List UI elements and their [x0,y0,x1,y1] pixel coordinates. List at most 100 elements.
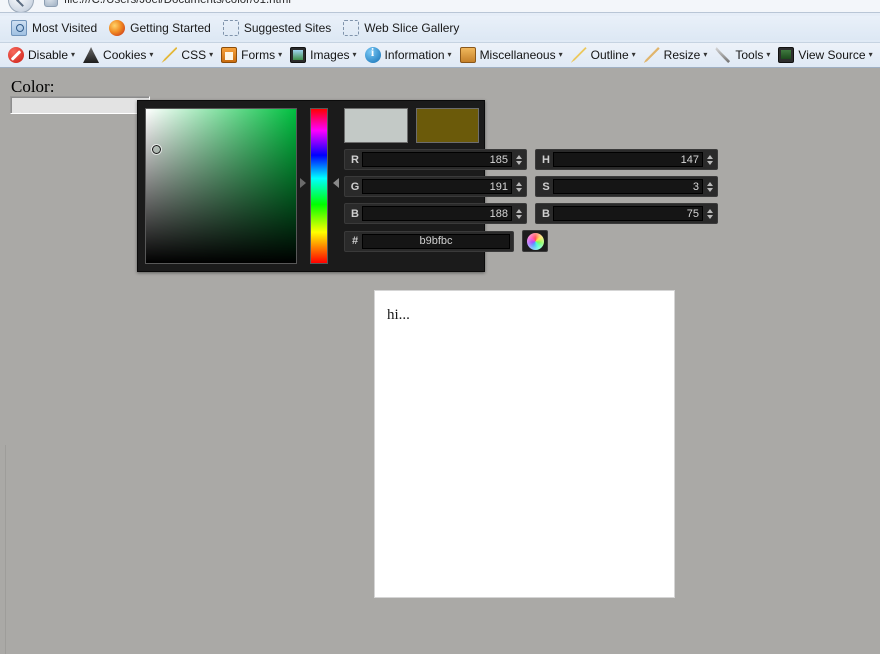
page-content: Color: R H [0,68,880,654]
back-button[interactable] [8,0,34,13]
color-picker-dialog[interactable]: R H G S [137,100,485,272]
brightness-input[interactable] [553,206,703,221]
bookmark-label: Suggested Sites [244,21,331,35]
chevron-down-icon: ▾ [353,51,357,59]
hue-marker-left-icon[interactable] [300,178,306,188]
webdev-menu-label: Tools [735,48,763,62]
url-bar[interactable]: file:///C:/Users/Joel/Documents/color/01… [0,0,880,13]
webdev-menu-label: Images [310,48,349,62]
chevron-down-icon: ▾ [869,51,873,59]
green-stepper[interactable] [514,182,523,192]
previous-color-swatch[interactable] [416,108,480,143]
webdev-menu-disable[interactable]: Disable ▾ [4,45,79,66]
cookies-icon [83,47,99,63]
color-input[interactable] [10,96,150,114]
hue-stepper[interactable] [705,155,714,165]
webdev-menu-tools[interactable]: Tools ▾ [711,45,774,66]
red-label: R [348,154,362,166]
color-picker-controls: R H G S [344,108,479,264]
webdev-menu-label: Outline [591,48,629,62]
red-stepper[interactable] [514,155,523,165]
blue-field[interactable]: B [344,203,527,224]
webdev-menu-outline[interactable]: Outline ▾ [567,45,640,66]
chevron-down-icon: ▾ [149,51,153,59]
webdev-menu-resize[interactable]: Resize ▾ [640,45,712,66]
webdev-menu-label: Information [385,48,445,62]
bookmark-most-visited[interactable]: Most Visited [5,18,103,38]
information-icon [365,47,381,63]
red-input[interactable] [362,152,512,167]
webdev-menu-cookies[interactable]: Cookies ▾ [79,45,157,66]
hue-slider-wrapper[interactable] [310,108,328,264]
saturation-field[interactable]: S [535,176,718,197]
hue-input[interactable] [553,152,703,167]
webdev-menu-label: View Source [798,48,865,62]
outline-icon [571,47,587,63]
blue-stepper[interactable] [514,209,523,219]
placeholder-icon [223,20,239,36]
webdev-menu-label: Miscellaneous [480,48,556,62]
webdev-menu-options[interactable]: Optio [877,45,880,66]
bookmark-label: Getting Started [130,21,211,35]
miscellaneous-icon [460,47,476,63]
webdev-menu-miscellaneous[interactable]: Miscellaneous ▾ [456,45,567,66]
chevron-down-icon: ▾ [448,51,452,59]
webdev-menu-information[interactable]: Information ▾ [361,45,456,66]
current-color-swatch[interactable] [344,108,408,143]
bookmark-label: Web Slice Gallery [364,21,459,35]
images-icon [290,47,306,63]
hue-slider[interactable] [310,108,328,264]
brightness-stepper[interactable] [705,209,714,219]
green-field[interactable]: G [344,176,527,197]
webdev-menu-label: Disable [28,48,68,62]
bookmark-suggested-sites[interactable]: Suggested Sites [217,18,337,38]
saturation-value-cursor[interactable] [152,145,161,154]
bookmark-web-slice-gallery[interactable]: Web Slice Gallery [337,18,465,38]
webdev-menu-label: Forms [241,48,275,62]
content-box: hi... [374,290,675,598]
webdev-menu-images[interactable]: Images ▾ [286,45,360,66]
web-developer-toolbar: Disable ▾ Cookies ▾ CSS ▾ Forms ▾ Images… [0,42,880,67]
color-field-label: Color: [11,77,54,97]
chevron-down-icon: ▾ [632,51,636,59]
saturation-label: S [539,181,553,193]
view-source-icon [778,47,794,63]
brightness-field[interactable]: B [535,203,718,224]
brightness-label: B [539,208,553,220]
webdev-menu-css[interactable]: CSS ▾ [157,45,217,66]
red-field[interactable]: R [344,149,527,170]
bookmark-getting-started[interactable]: Getting Started [103,18,217,38]
hex-input[interactable] [362,234,510,249]
hex-field[interactable]: # [344,231,514,252]
hue-field[interactable]: H [535,149,718,170]
webdev-menu-forms[interactable]: Forms ▾ [217,45,286,66]
browser-chrome: file:///C:/Users/Joel/Documents/color/01… [0,0,880,68]
hue-marker-right-icon[interactable] [333,178,339,188]
chevron-down-icon: ▾ [209,51,213,59]
forms-icon [221,47,237,63]
chevron-down-icon: ▾ [559,51,563,59]
field-row-b-b: B B [344,203,479,224]
saturation-input[interactable] [553,179,703,194]
tools-icon [715,47,731,63]
disable-icon [8,47,24,63]
hue-label: H [539,154,553,166]
blue-input[interactable] [362,206,512,221]
saturation-stepper[interactable] [705,182,714,192]
most-visited-icon [11,20,27,36]
webdev-menu-view-source[interactable]: View Source ▾ [774,45,876,66]
saturation-value-gradient[interactable] [145,108,297,264]
color-wheel-button[interactable] [522,230,548,252]
webdev-menu-label: Cookies [103,48,146,62]
chevron-down-icon: ▾ [766,51,770,59]
webdev-menu-label: CSS [181,48,206,62]
content-text: hi... [375,291,674,324]
bookmark-label: Most Visited [32,21,97,35]
chevron-down-icon: ▾ [703,51,707,59]
resize-icon [644,47,660,63]
hex-label: # [348,235,362,247]
green-input[interactable] [362,179,512,194]
field-row-g-s: G S [344,176,479,197]
chevron-down-icon: ▾ [278,51,282,59]
placeholder-icon [343,20,359,36]
